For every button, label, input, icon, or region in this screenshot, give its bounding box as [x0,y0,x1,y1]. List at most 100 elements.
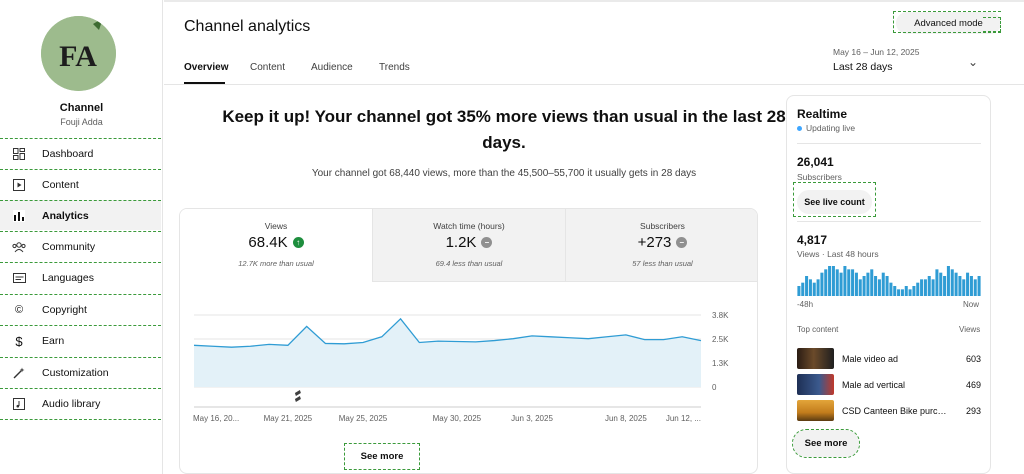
x-tick-label: Jun 3, 2025 [511,414,553,423]
metric-value-row: 1.2K – [373,234,565,251]
realtime-bar [839,272,843,296]
realtime-bar [835,269,839,296]
video-title: Male ad vertical [842,380,906,390]
views-chart[interactable]: 3.8K 2.5K 1.3K 0 May 16, 20... May 21, 2025 Ma… [189,300,729,430]
channel-name: Fouji Adda [60,117,103,127]
period-selector[interactable]: Last 28 days [833,61,893,73]
realtime-bar [912,286,916,296]
data-point[interactable] [287,344,289,346]
data-point[interactable] [268,343,270,345]
metric-value: 68.4K [248,234,288,251]
data-point[interactable] [212,345,214,347]
x-tick-label: May 21, 2025 [264,414,313,423]
divider [797,221,981,222]
data-point[interactable] [230,346,232,348]
sidebar-item-content[interactable]: Content [0,169,161,199]
realtime-bar [923,279,927,296]
realtime-bar [885,276,889,296]
sidebar-item-customization[interactable]: Customization [0,357,161,387]
realtime-bar [927,276,931,296]
sidebar-item-languages[interactable]: Languages [0,262,161,292]
y-tick-label: 2.5K [712,335,729,344]
channel-avatar[interactable]: FA [41,16,116,91]
sidebar-item-label: Analytics [42,209,89,222]
shorts-icon[interactable] [294,390,301,402]
data-point[interactable] [249,345,251,347]
video-views: 603 [965,354,981,364]
data-point[interactable] [625,334,627,336]
realtime-bar [950,269,954,296]
sidebar-item-audio-library[interactable]: Audio library [0,388,161,420]
data-point[interactable] [568,337,570,339]
realtime-bar-chart[interactable] [797,266,981,296]
data-point[interactable] [343,343,345,345]
date-range[interactable]: May 16 – Jun 12, 2025 [833,47,919,57]
series-area [194,318,701,387]
sidebar-item-copyright[interactable]: © Copyright [0,294,161,324]
data-point[interactable] [606,336,608,338]
audio-library-icon [12,397,26,411]
data-point[interactable] [437,340,439,342]
video-views: 293 [965,406,981,416]
realtime-bar [870,269,874,296]
realtime-see-more-button[interactable]: See more [792,429,860,458]
realtime-bar [935,269,939,296]
sidebar-item-label: Content [42,178,79,191]
realtime-bar [893,286,897,296]
sidebar-item-analytics[interactable]: Analytics [0,200,161,230]
sidebar-item-dashboard[interactable]: Dashboard [0,138,161,168]
data-point[interactable] [381,336,383,338]
data-point[interactable] [700,339,702,341]
see-more-button[interactable]: See more [344,443,420,470]
x-tick-label: Jun 8, 2025 [605,414,647,423]
realtime-views: 4,817 [797,233,828,247]
data-point[interactable] [456,340,458,342]
top-content-item[interactable]: Male ad vertical 469 [797,374,981,396]
data-point[interactable] [493,339,495,341]
sidebar-item-label: Copyright [42,303,87,316]
chevron-down-icon[interactable]: ⌄ [968,55,978,69]
sidebar-item-community[interactable]: Community [0,231,161,261]
page-title: Channel analytics [184,18,311,35]
tab-audience[interactable]: Audience [311,62,353,73]
data-point[interactable] [662,338,664,340]
data-point[interactable] [474,341,476,343]
sidebar-item-earn[interactable]: $ Earn [0,325,161,355]
data-point[interactable] [531,335,533,337]
tab-trends[interactable]: Trends [379,62,410,73]
realtime-bar [897,289,901,296]
video-title: CSD Canteen Bike purchas... [842,406,947,416]
top-content-item[interactable]: Male video ad 603 [797,348,981,370]
neutral-trend-icon: – [676,237,688,248]
sidebar-item-label: Languages [42,271,94,284]
tab-content[interactable]: Content [250,62,285,73]
tab-overview[interactable]: Overview [184,62,228,73]
realtime-bar [946,266,950,296]
data-point[interactable] [681,336,683,338]
realtime-views-label: Views · Last 48 hours [797,249,879,259]
data-point[interactable] [399,318,401,320]
realtime-bar [962,279,966,296]
main-content: Channel analytics Advanced mode Overview… [164,0,1024,474]
realtime-bar [966,272,970,296]
top-content-item[interactable]: CSD Canteen Bike purchas... 293 [797,400,981,422]
realtime-bar [939,272,943,296]
data-point[interactable] [305,325,307,327]
metric-label: Watch time (hours) [433,221,505,231]
data-point[interactable] [643,338,645,340]
see-live-count-button[interactable]: See live count [797,190,872,214]
data-point[interactable] [324,342,326,344]
data-point[interactable] [550,336,552,338]
data-point[interactable] [193,344,195,346]
metric-subscribers[interactable]: Subscribers +273– 57 less than usual [566,209,757,282]
realtime-bar [843,266,847,296]
data-point[interactable] [587,337,589,339]
metric-views[interactable]: Views 68.4K ↑ 12.7K more than usual [180,209,373,282]
realtime-bar [916,282,920,296]
channel-title: Channel [59,102,104,114]
data-point[interactable] [362,341,364,343]
realtime-bar [977,276,981,296]
data-point[interactable] [512,337,514,339]
data-point[interactable] [418,341,420,343]
metric-watch-time[interactable]: Watch time (hours) 1.2K – 69.4 less than … [373,209,566,282]
